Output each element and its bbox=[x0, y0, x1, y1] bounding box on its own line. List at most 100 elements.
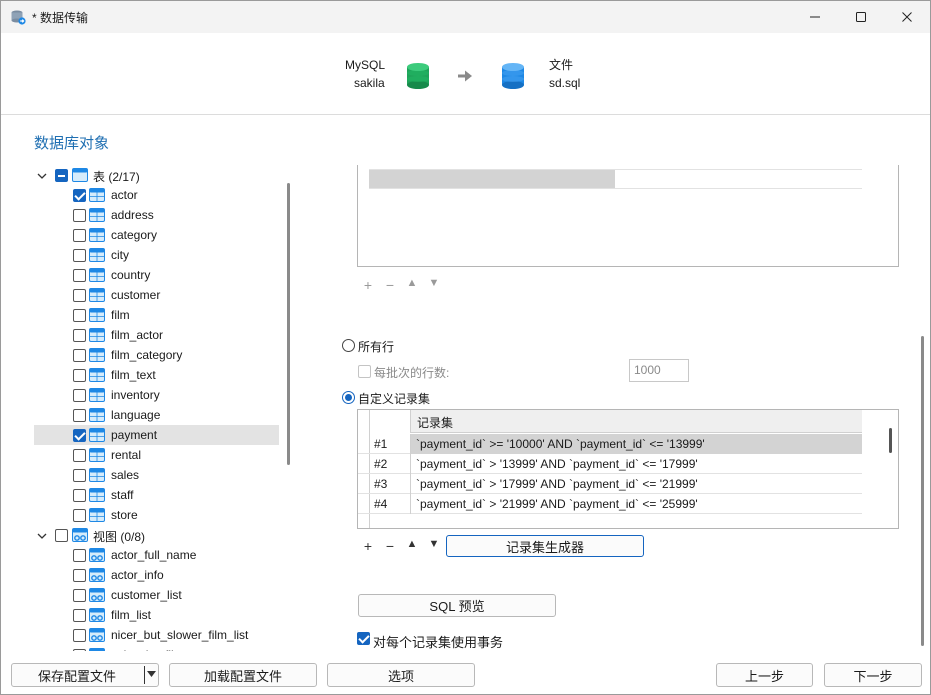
view-checkbox[interactable] bbox=[73, 589, 86, 602]
prev-button[interactable]: 上一步 bbox=[716, 663, 813, 687]
table-item-sales[interactable]: sales bbox=[34, 465, 279, 485]
table-item-payment[interactable]: payment bbox=[34, 425, 279, 445]
table-item-film[interactable]: film bbox=[34, 305, 279, 325]
view-checkbox[interactable] bbox=[73, 609, 86, 622]
options-button[interactable]: 选项 bbox=[327, 663, 475, 687]
table-item-rental[interactable]: rental bbox=[34, 445, 279, 465]
views-group-checkbox[interactable] bbox=[55, 529, 68, 542]
move-down-icon[interactable]: ▼ bbox=[423, 538, 445, 554]
table-item-store[interactable]: store bbox=[34, 505, 279, 525]
table-checkbox[interactable] bbox=[73, 449, 86, 462]
recordset-scrollbar[interactable] bbox=[889, 428, 892, 453]
rows-per-batch-checkbox[interactable] bbox=[358, 365, 371, 378]
table-checkbox[interactable] bbox=[73, 509, 86, 522]
chevron-down-icon[interactable] bbox=[36, 170, 48, 182]
view-icon bbox=[89, 548, 105, 562]
table-checkbox[interactable] bbox=[73, 189, 86, 202]
field-table[interactable] bbox=[357, 165, 899, 267]
view-checkbox[interactable] bbox=[73, 629, 86, 642]
view-item-actor-full-name[interactable]: actor_full_name bbox=[34, 545, 279, 565]
rows-per-batch-input[interactable]: 1000 bbox=[629, 359, 689, 382]
options-scrollbar[interactable] bbox=[921, 336, 924, 646]
add-icon[interactable]: + bbox=[357, 277, 379, 293]
table-checkbox[interactable] bbox=[73, 329, 86, 342]
tables-group-checkbox[interactable] bbox=[55, 169, 68, 182]
sql-preview-button[interactable]: SQL 预览 bbox=[358, 594, 556, 617]
save-profile-button[interactable]: 保存配置文件 bbox=[11, 663, 159, 687]
recordset-condition[interactable]: `payment_id` > '13999' AND `payment_id` … bbox=[410, 454, 862, 474]
table-item-language[interactable]: language bbox=[34, 405, 279, 425]
tree-group-tables[interactable]: 表 (2/17) bbox=[34, 165, 279, 185]
field-table-row[interactable] bbox=[369, 170, 862, 189]
table-item-actor[interactable]: actor bbox=[34, 185, 279, 205]
table-checkbox[interactable] bbox=[73, 489, 86, 502]
table-item-inventory[interactable]: inventory bbox=[34, 385, 279, 405]
remove-icon[interactable]: − bbox=[379, 538, 401, 554]
recordset-row[interactable]: #2 `payment_id` > '13999' AND `payment_id… bbox=[358, 454, 862, 474]
chevron-down-icon[interactable] bbox=[36, 530, 48, 542]
table-item-staff[interactable]: staff bbox=[34, 485, 279, 505]
table-checkbox[interactable] bbox=[73, 289, 86, 302]
table-item-category[interactable]: category bbox=[34, 225, 279, 245]
close-button[interactable] bbox=[884, 1, 930, 33]
transaction-checkbox[interactable] bbox=[357, 632, 370, 645]
view-icon bbox=[72, 528, 88, 542]
table-checkbox[interactable] bbox=[73, 209, 86, 222]
all-rows-radio[interactable] bbox=[342, 339, 355, 352]
table-checkbox[interactable] bbox=[73, 249, 86, 262]
view-item-film-list[interactable]: film_list bbox=[34, 605, 279, 625]
view-item-nicer-but-slower-film-list[interactable]: nicer_but_slower_film_list bbox=[34, 625, 279, 645]
next-button[interactable]: 下一步 bbox=[824, 663, 922, 687]
table-label: film_category bbox=[111, 348, 183, 362]
tree-group-views[interactable]: 视图 (0/8) bbox=[34, 525, 279, 545]
load-profile-button[interactable]: 加载配置文件 bbox=[169, 663, 317, 687]
table-checkbox[interactable] bbox=[73, 429, 86, 442]
recordset-column-header[interactable]: 记录集 bbox=[410, 410, 862, 433]
view-checkbox[interactable] bbox=[73, 549, 86, 562]
table-checkbox[interactable] bbox=[73, 349, 86, 362]
table-label: staff bbox=[111, 488, 134, 502]
view-item-actor-info[interactable]: actor_info bbox=[34, 565, 279, 585]
table-checkbox[interactable] bbox=[73, 469, 86, 482]
table-item-film-text[interactable]: film_text bbox=[34, 365, 279, 385]
minimize-button[interactable] bbox=[792, 1, 838, 33]
maximize-button[interactable] bbox=[838, 1, 884, 33]
view-checkbox[interactable] bbox=[73, 569, 86, 582]
table-checkbox[interactable] bbox=[73, 269, 86, 282]
table-item-address[interactable]: address bbox=[34, 205, 279, 225]
recordset-row[interactable]: #4 `payment_id` > '21999' AND `payment_id… bbox=[358, 494, 862, 514]
recordset-row[interactable]: #1 `payment_id` >= '10000' AND `payment_i… bbox=[358, 434, 862, 454]
recordset-generator-button[interactable]: 记录集生成器 bbox=[446, 535, 644, 557]
recordset-condition[interactable]: `payment_id` > '21999' AND `payment_id` … bbox=[410, 494, 862, 514]
table-item-city[interactable]: city bbox=[34, 245, 279, 265]
view-checkbox[interactable] bbox=[73, 649, 86, 651]
recordset-row[interactable]: #3 `payment_id` > '17999' AND `payment_id… bbox=[358, 474, 862, 494]
recordset-condition[interactable]: `payment_id` > '17999' AND `payment_id` … bbox=[410, 474, 862, 494]
table-item-customer[interactable]: customer bbox=[34, 285, 279, 305]
object-tree[interactable]: 表 (2/17) actor address category city country… bbox=[34, 165, 279, 651]
move-up-icon[interactable]: ▲ bbox=[401, 538, 423, 554]
table-item-film-actor[interactable]: film_actor bbox=[34, 325, 279, 345]
view-item-sales-by-film-cat[interactable]: sales_by_film_cat bbox=[34, 645, 279, 651]
table-item-country[interactable]: country bbox=[34, 265, 279, 285]
table-label: language bbox=[111, 408, 161, 422]
dropdown-arrow-icon[interactable] bbox=[147, 671, 156, 678]
table-item-film-category[interactable]: film_category bbox=[34, 345, 279, 365]
view-item-customer-list[interactable]: customer_list bbox=[34, 585, 279, 605]
views-group-label: 视图 (0/8) bbox=[93, 530, 146, 544]
remove-icon[interactable]: − bbox=[379, 277, 401, 293]
recordset-condition[interactable]: `payment_id` >= '10000' AND `payment_id`… bbox=[410, 434, 862, 454]
move-down-icon[interactable]: ▼ bbox=[423, 277, 445, 293]
move-up-icon[interactable]: ▲ bbox=[401, 277, 423, 293]
table-checkbox[interactable] bbox=[73, 409, 86, 422]
add-icon[interactable]: + bbox=[357, 538, 379, 554]
view-icon bbox=[89, 648, 105, 651]
table-icon bbox=[89, 468, 105, 482]
table-checkbox[interactable] bbox=[73, 229, 86, 242]
table-checkbox[interactable] bbox=[73, 309, 86, 322]
table-checkbox[interactable] bbox=[73, 389, 86, 402]
tree-scrollbar[interactable] bbox=[287, 183, 290, 465]
custom-recordset-radio[interactable] bbox=[342, 391, 355, 404]
table-checkbox[interactable] bbox=[73, 369, 86, 382]
recordset-grid[interactable]: 记录集 #1 `payment_id` >= '10000' AND `payme… bbox=[357, 409, 899, 529]
